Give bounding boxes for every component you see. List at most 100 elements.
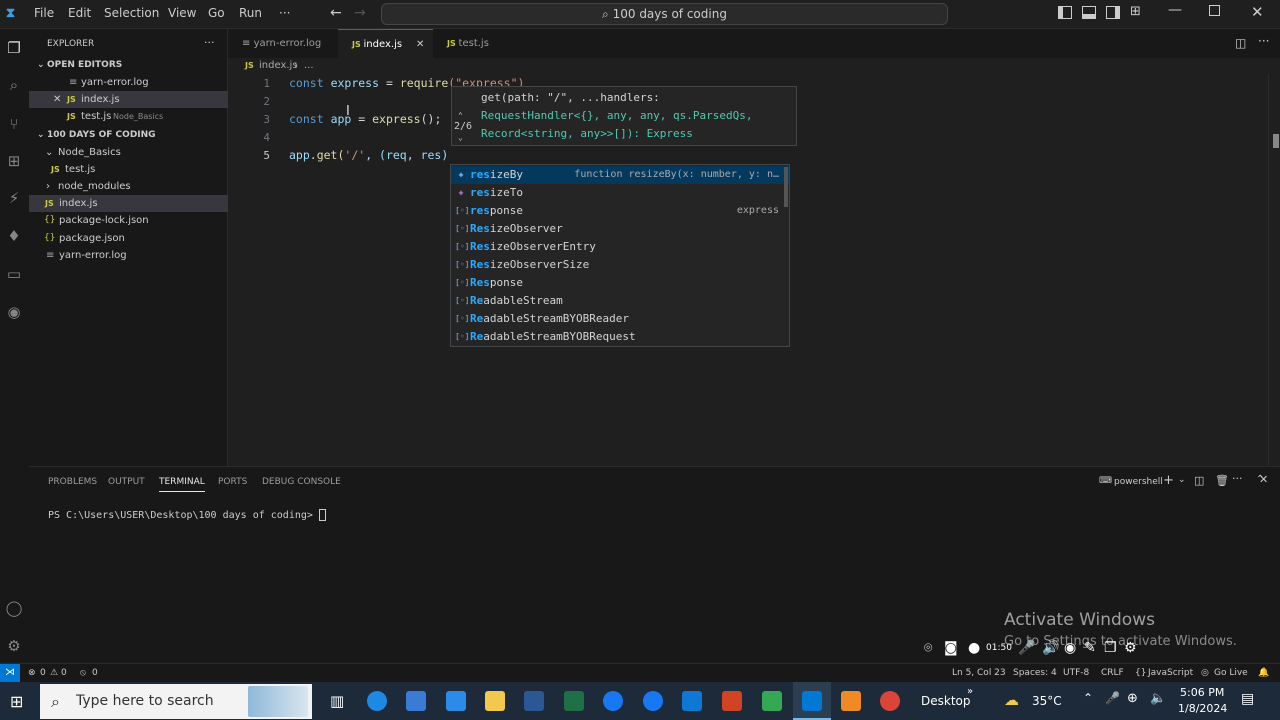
suggestion-item[interactable]: [◦] ReadableStreamBYOBReader (451, 310, 789, 328)
speaker-icon[interactable]: 🔊 (1042, 640, 1059, 656)
cursor-position[interactable]: Ln 5, Col 23 (952, 668, 1006, 678)
suggestion-item[interactable]: [◦] ResizeObserver (451, 220, 789, 238)
extensions-icon[interactable]: ⊞ (5, 152, 23, 170)
tree-folder[interactable]: › node_modules (29, 178, 228, 195)
excel-icon[interactable] (564, 691, 584, 711)
errors-icon[interactable]: ⊗ (28, 668, 36, 678)
google-drive-icon[interactable] (762, 691, 782, 711)
menu-run[interactable]: Run (239, 6, 262, 20)
open-editors-header[interactable]: ⌄ OPEN EDITORS (29, 57, 228, 74)
run-debug-icon[interactable]: ⚡ (5, 189, 23, 207)
store-icon[interactable] (406, 691, 426, 711)
minimize-icon[interactable]: — (1168, 2, 1182, 18)
line-ending[interactable]: CRLF (1101, 668, 1124, 678)
search-icon[interactable]: ⌕ (5, 76, 23, 94)
folder-header[interactable]: ⌄ 100 DAYS OF CODING (29, 127, 228, 144)
breadcrumb-file[interactable]: index.js (259, 60, 298, 71)
go-live-button[interactable]: Go Live (1214, 668, 1248, 678)
webcam-icon[interactable]: ◉ (1064, 640, 1076, 656)
tab-test-js[interactable]: JS test.js (433, 29, 523, 58)
clock-time[interactable]: 5:06 PM (1180, 686, 1224, 699)
vscode-icon[interactable] (802, 691, 822, 711)
suggestion-item[interactable]: ◈ resizeTo (451, 184, 789, 202)
notification-center-icon[interactable]: ▤ (1241, 691, 1254, 707)
suggestion-item[interactable]: [◦] ReadableStream (451, 292, 789, 310)
tab-terminal[interactable]: TERMINAL (159, 477, 205, 492)
close-panel-icon[interactable]: ✕ (1259, 473, 1268, 486)
command-search[interactable]: ⌕ 100 days of coding (381, 3, 948, 25)
suggestion-item[interactable]: [◦] ResizeObserverSize (451, 256, 789, 274)
explorer-icon[interactable]: ❐ (5, 39, 23, 57)
mail-icon[interactable] (446, 691, 466, 711)
encoding[interactable]: UTF-8 (1063, 668, 1089, 678)
language-mode[interactable]: JavaScript (1148, 668, 1193, 678)
menu-view[interactable]: View (168, 6, 196, 20)
trash-icon[interactable]: 🗑 (1215, 474, 1229, 487)
tab-index-js[interactable]: JS index.js ✕ (338, 29, 433, 58)
toggle-sidebar-icon[interactable] (1058, 6, 1072, 19)
open-editor-item[interactable]: ≡ yarn-error.log (29, 74, 228, 91)
chevron-down-icon[interactable]: ⌄ (458, 133, 463, 142)
warning-icon[interactable]: ⚠ (50, 668, 58, 678)
suggest-scrollbar[interactable] (784, 167, 788, 207)
tab-yarn-error-log[interactable]: ≡ yarn-error.log (228, 29, 338, 58)
word-icon[interactable] (524, 691, 544, 711)
suggestion-item[interactable]: [◦] Response (451, 274, 789, 292)
facebook-icon[interactable] (603, 691, 623, 711)
tab-debug-console[interactable]: DEBUG CONSOLE (262, 477, 341, 487)
tree-file[interactable]: {} package-lock.json (29, 212, 228, 229)
split-terminal-icon[interactable]: ◫ (1194, 474, 1204, 487)
tree-folder[interactable]: ⌄ Node_Basics (29, 144, 228, 161)
taskbar-search[interactable]: ⌕ Type here to search (40, 684, 312, 719)
file-explorer-icon[interactable] (485, 691, 505, 711)
volume-icon[interactable]: 🔈 (1150, 691, 1166, 706)
toggle-secondary-sidebar-icon[interactable] (1106, 6, 1120, 19)
shell-name[interactable]: powershell (1114, 477, 1163, 487)
git-icon[interactable]: ◉ (5, 303, 23, 321)
tree-file[interactable]: {} package.json (29, 230, 228, 247)
menu-selection[interactable]: Selection (104, 6, 159, 20)
network-icon[interactable]: ⊕ (1127, 691, 1138, 706)
weather-icon[interactable]: ☁ (1004, 691, 1019, 709)
tree-file[interactable]: JS test.js (29, 161, 228, 178)
powerpoint-icon[interactable] (722, 691, 742, 711)
record-icon[interactable]: ● (968, 640, 980, 656)
error-count[interactable]: 0 (40, 668, 46, 678)
chevron-icon[interactable]: » (967, 686, 973, 697)
chevron-down-icon[interactable]: ⌄ (1178, 475, 1186, 485)
menu-go[interactable]: Go (208, 6, 225, 20)
warning-count[interactable]: 0 (61, 668, 67, 678)
source-control-icon[interactable]: ⑂ (5, 115, 23, 133)
tree-file[interactable]: ≡ yarn-error.log (29, 247, 228, 264)
menu-file[interactable]: File (34, 6, 54, 20)
chevron-up-icon[interactable]: ⌃ (458, 111, 463, 120)
close-icon[interactable]: ✕ (1251, 3, 1264, 21)
panel-more-button[interactable]: ··· (1232, 472, 1243, 485)
restore-icon[interactable] (1209, 5, 1220, 16)
task-view-icon[interactable]: ▥ (330, 692, 344, 710)
vlc-icon[interactable] (841, 691, 861, 711)
suggestion-item[interactable]: [◦] ResizeObserverEntry (451, 238, 789, 256)
clock-date[interactable]: 1/8/2024 (1178, 702, 1227, 715)
tab-output[interactable]: OUTPUT (108, 477, 145, 487)
facebook-icon[interactable] (643, 691, 663, 711)
camera-icon[interactable]: ⌾ (924, 640, 932, 656)
account-icon[interactable]: ◯ (5, 599, 23, 617)
explorer-more-button[interactable]: ··· (204, 36, 215, 49)
folder-icon[interactable]: ▭ (5, 265, 23, 283)
settings-gear-icon[interactable]: ⚙ (5, 637, 23, 655)
breadcrumb-symbol[interactable]: ... (304, 60, 314, 71)
windows-start-icon[interactable]: ⊞ (10, 692, 23, 711)
toggle-panel-icon[interactable] (1082, 6, 1096, 19)
edge-icon[interactable] (367, 691, 387, 711)
new-terminal-icon[interactable]: + (1163, 473, 1174, 488)
indentation[interactable]: Spaces: 4 (1013, 668, 1057, 678)
suggestion-item[interactable]: [◦] response express (451, 202, 789, 220)
brush-icon[interactable]: ✎ (1084, 640, 1096, 656)
menu-edit[interactable]: Edit (68, 6, 91, 20)
notifications-bell-icon[interactable]: 🔔 (1258, 668, 1269, 678)
window-icon[interactable]: ❐ (1104, 640, 1117, 656)
temperature[interactable]: 35°C (1032, 694, 1062, 708)
microphone-icon[interactable]: 🎤 (1018, 640, 1035, 656)
chrome-icon[interactable] (880, 691, 900, 711)
